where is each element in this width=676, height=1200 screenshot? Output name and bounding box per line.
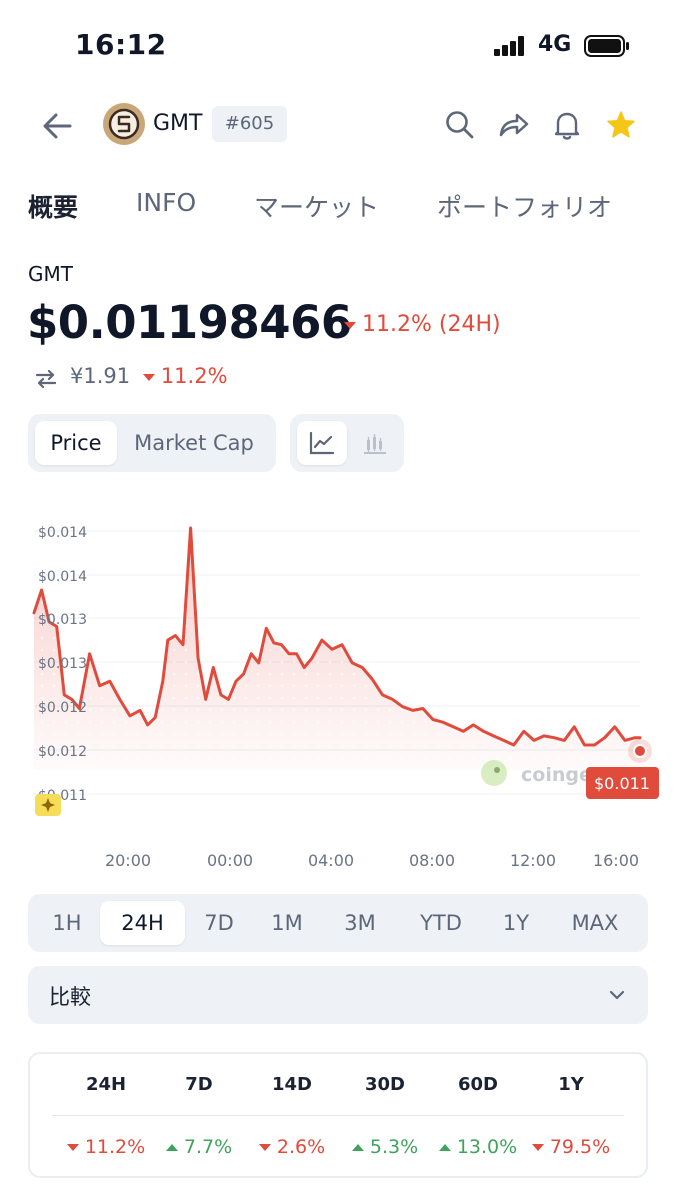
candlestick-icon <box>364 434 386 454</box>
converted-price: ¥1.91 <box>70 364 131 388</box>
status-time: 16:12 <box>75 28 167 61</box>
compare-dropdown[interactable]: 比較 <box>28 966 648 1024</box>
x-tick-label: 00:00 <box>207 851 253 870</box>
y-tick-label: $0.013 <box>38 656 87 672</box>
chart-style-toggle <box>290 414 404 472</box>
chart-metric-toggle: Price Market Cap <box>28 414 276 472</box>
perf-header: 60D <box>458 1074 498 1095</box>
perf-header: 24H <box>85 1074 127 1095</box>
perf-header: 1Y <box>558 1074 584 1095</box>
star-icon[interactable] <box>604 108 638 142</box>
battery-icon <box>584 35 629 57</box>
line-chart-icon <box>309 431 335 455</box>
coin-logo-icon <box>103 103 145 145</box>
candlestick-chart-button[interactable] <box>350 421 400 465</box>
current-price-tag: $0.011 <box>586 767 659 799</box>
chevron-down-icon <box>609 990 625 1000</box>
x-tick-label: 12:00 <box>510 851 556 870</box>
price-chart[interactable]: $0.014 $0.014 $0.013 $0.013 $0.012 $0.012 $0.0… <box>0 500 676 880</box>
market-cap-toggle-button[interactable]: Market Cap <box>124 421 264 465</box>
line-chart-button[interactable] <box>297 421 347 465</box>
range-max[interactable]: MAX <box>556 901 634 945</box>
range-ytd[interactable]: YTD <box>406 901 476 945</box>
time-range-selector: 1H 24H 7D 1M 3M YTD 1Y MAX <box>28 894 648 952</box>
coin-name: GMT <box>153 111 203 136</box>
coin-header: GMT #605 <box>0 98 676 152</box>
divider <box>52 1115 624 1116</box>
tab-market[interactable]: マーケット <box>254 188 379 224</box>
perf-value: 2.6% <box>245 1136 339 1158</box>
sparkle-button[interactable] <box>35 794 61 816</box>
x-tick-label: 16:00 <box>593 851 639 870</box>
perf-value: 13.0% <box>431 1136 525 1158</box>
rank-badge: #605 <box>212 106 287 142</box>
range-24h[interactable]: 24H <box>100 901 185 945</box>
tab-portfolio[interactable]: ポートフォリオ <box>437 188 612 224</box>
search-icon[interactable] <box>443 108 477 142</box>
range-3m[interactable]: 3M <box>330 901 390 945</box>
perf-header: 30D <box>365 1074 405 1095</box>
current-price-tag-text: $0.011 <box>594 774 650 793</box>
tab-overview[interactable]: 概要 <box>28 188 78 224</box>
range-1y[interactable]: 1Y <box>488 901 544 945</box>
range-1h[interactable]: 1H <box>38 901 96 945</box>
down-triangle-icon <box>142 373 155 381</box>
compare-label: 比較 <box>49 985 91 1009</box>
section-tabs: 概要 INFO マーケット ポートフォリオ <box>0 182 676 226</box>
share-icon[interactable] <box>497 108 531 142</box>
price-change-24h: 11.2% (24H) <box>344 312 501 337</box>
swap-icon[interactable] <box>34 367 58 391</box>
perf-value: 11.2% <box>59 1136 153 1158</box>
current-price: $0.01198466 <box>27 296 352 349</box>
bell-icon[interactable] <box>550 108 584 142</box>
perf-value: 7.7% <box>152 1136 246 1158</box>
network-type: 4G <box>538 32 572 57</box>
y-tick-label: $0.013 <box>38 612 87 628</box>
y-tick-label: $0.014 <box>38 525 87 541</box>
perf-value: 5.3% <box>338 1136 432 1158</box>
x-tick-label: 20:00 <box>105 851 151 870</box>
perf-header: 7D <box>185 1074 213 1095</box>
performance-table: 24H 7D 14D 30D 60D 1Y 11.2% 7.7% 2.6% 5.… <box>28 1052 648 1178</box>
tab-info[interactable]: INFO <box>136 188 196 217</box>
range-1m[interactable]: 1M <box>260 901 314 945</box>
price-area-dots <box>34 528 640 770</box>
y-tick-label: $0.012 <box>38 744 87 760</box>
signal-icon <box>494 36 530 56</box>
price-change-24h-value: 11.2% (24H) <box>362 312 501 337</box>
range-7d[interactable]: 7D <box>192 901 246 945</box>
converted-price-row: ¥1.91 11.2% <box>34 364 228 394</box>
perf-header: 14D <box>272 1074 312 1095</box>
x-tick-label: 04:00 <box>308 851 354 870</box>
back-arrow-icon[interactable] <box>38 106 78 146</box>
y-tick-label: $0.012 <box>38 700 87 716</box>
down-triangle-icon <box>344 321 356 329</box>
x-tick-label: 08:00 <box>409 851 455 870</box>
status-bar: 16:12 4G <box>0 0 676 90</box>
price-toggle-button[interactable]: Price <box>35 421 117 465</box>
coin-symbol: GMT <box>28 262 73 286</box>
y-tick-label: $0.014 <box>38 569 87 585</box>
converted-change: 11.2% <box>160 364 228 388</box>
perf-value: 79.5% <box>524 1136 618 1158</box>
